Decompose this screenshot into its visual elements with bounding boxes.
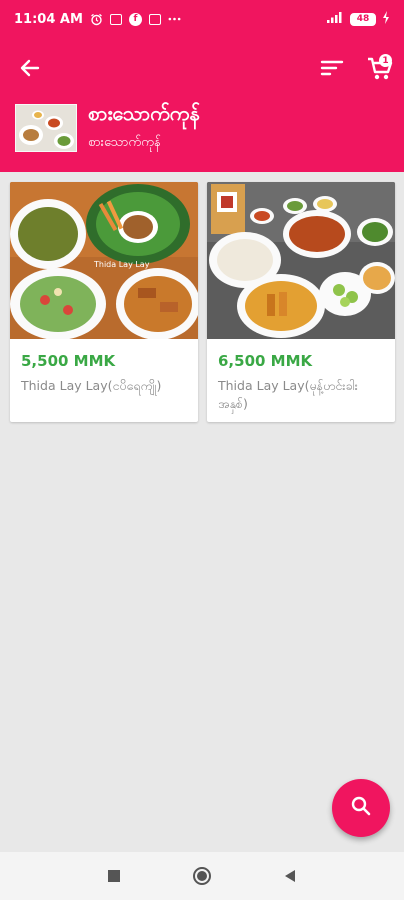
product-card[interactable]: Thida Lay Lay 5,500 MMK Thida Lay Lay(ငပ… xyxy=(10,182,198,422)
cart-icon[interactable]: 1 xyxy=(364,52,396,84)
facebook-icon: f xyxy=(128,12,142,26)
product-price: 6,500 MMK xyxy=(218,352,313,370)
image-watermark: Thida Lay Lay xyxy=(93,260,150,269)
arrow-left-icon[interactable] xyxy=(16,54,44,82)
back-icon[interactable] xyxy=(278,864,302,888)
more-icon xyxy=(168,13,181,26)
home-icon[interactable] xyxy=(190,864,214,888)
status-time: 11:04 AM xyxy=(14,11,83,27)
status-left: 11:04 AM f xyxy=(14,12,181,27)
battery-icon: 48 xyxy=(350,12,376,26)
charging-icon xyxy=(382,10,390,28)
product-name: Thida Lay Lay(ငပိရေကျို) xyxy=(21,378,162,393)
shop-title: စားသောက်ကုန် xyxy=(88,101,200,125)
product-name: Thida Lay Lay(မုန့်ဟင်းခါး အနှစ်) xyxy=(218,378,358,411)
alarm-icon xyxy=(90,13,103,26)
search-icon xyxy=(350,795,372,821)
system-nav-bar xyxy=(0,852,404,900)
cart-count-badge: 1 xyxy=(379,54,392,67)
shop-subtitle: စားသောက်ကုန် xyxy=(88,135,161,150)
product-image: Thida Lay Lay xyxy=(10,182,198,339)
status-bar: 11:04 AM f 48 xyxy=(0,0,404,38)
product-image xyxy=(207,182,395,339)
recents-icon[interactable] xyxy=(102,864,126,888)
app-icon xyxy=(148,13,161,25)
status-right: 48 xyxy=(326,10,390,28)
sort-icon[interactable] xyxy=(318,54,346,82)
search-fab[interactable] xyxy=(332,779,390,837)
message-icon xyxy=(109,13,122,25)
signal-icon xyxy=(326,11,344,28)
product-price: 5,500 MMK xyxy=(21,352,116,370)
product-card[interactable]: 6,500 MMK Thida Lay Lay(မုန့်ဟင်းခါး အနှ… xyxy=(207,182,395,422)
shop-logo xyxy=(15,104,77,152)
app-bar: 1 စားသောက်ကုန် စားသောက်ကုန် xyxy=(0,38,404,172)
